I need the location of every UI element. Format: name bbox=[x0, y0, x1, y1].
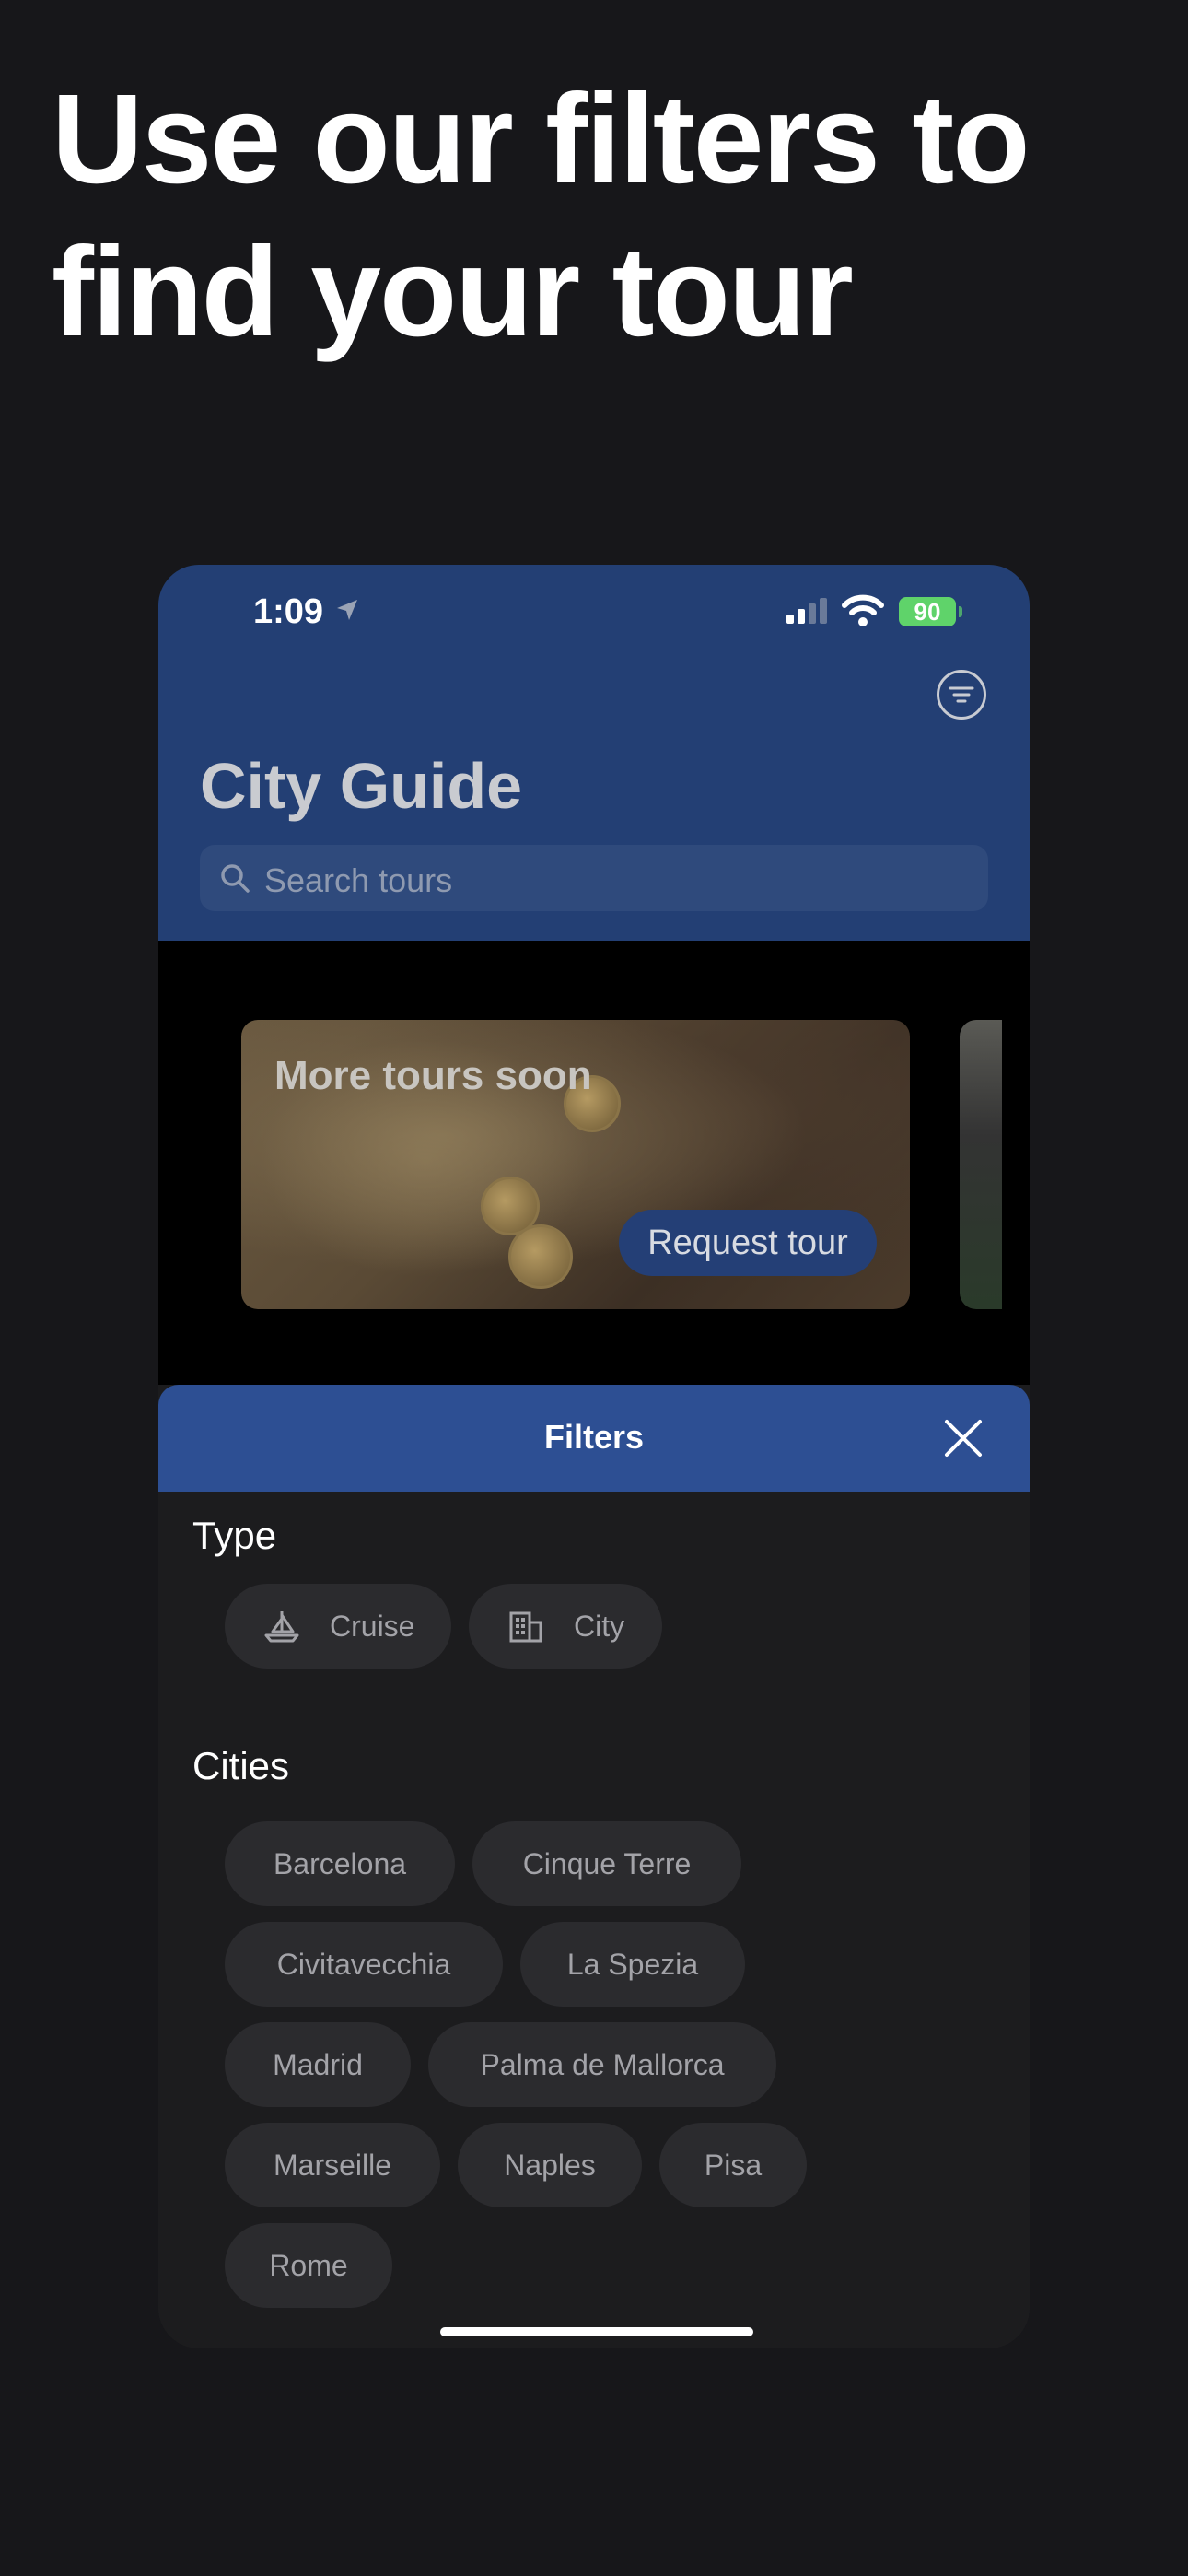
filters-sheet: Filters Type Cruise City Cities Barcelon… bbox=[158, 1385, 1030, 2348]
next-tour-card[interactable] bbox=[960, 1020, 1002, 1309]
search-input[interactable]: Search tours bbox=[200, 845, 988, 911]
city-chip[interactable]: Palma de Mallorca bbox=[428, 2022, 776, 2107]
filters-header: Filters bbox=[158, 1385, 1030, 1492]
card-title: More tours soon bbox=[274, 1053, 592, 1098]
city-chip[interactable]: Civitavecchia bbox=[225, 1922, 503, 2007]
close-icon[interactable] bbox=[943, 1418, 984, 1458]
signal-icon bbox=[786, 598, 827, 624]
headline-line-2: find your tour bbox=[52, 221, 854, 363]
filters-title: Filters bbox=[543, 1418, 645, 1456]
tour-card[interactable]: More tours soon Request tour bbox=[241, 1020, 910, 1309]
type-section-label: Type bbox=[192, 1514, 277, 1557]
wifi-icon bbox=[842, 594, 884, 626]
battery-indicator: 90 bbox=[899, 597, 956, 626]
city-chip[interactable]: Marseille bbox=[225, 2123, 440, 2207]
nav-header: 1:09 90 City Guide Search tours bbox=[158, 565, 1030, 941]
phone-screen: 1:09 90 City Guide Search tours More tou… bbox=[158, 565, 1030, 2348]
city-chip[interactable]: Pisa bbox=[659, 2123, 807, 2207]
coin-image bbox=[508, 1224, 573, 1289]
search-icon bbox=[221, 864, 250, 893]
battery-level: 90 bbox=[914, 598, 941, 626]
type-chip-cruise[interactable]: Cruise bbox=[225, 1584, 451, 1669]
status-time: 1:09 bbox=[253, 592, 324, 631]
battery-nub bbox=[959, 606, 962, 617]
headline-line-1: Use our filters to bbox=[52, 68, 1031, 210]
city-chip[interactable]: La Spezia bbox=[520, 1922, 745, 2007]
city-chip[interactable]: Cinque Terre bbox=[472, 1821, 741, 1906]
type-chip-label: Cruise bbox=[330, 1610, 415, 1643]
building-icon bbox=[509, 1611, 542, 1643]
sailboat-icon bbox=[264, 1611, 299, 1643]
city-chip[interactable]: Madrid bbox=[225, 2022, 411, 2107]
request-tour-button[interactable]: Request tour bbox=[619, 1210, 877, 1276]
city-chip[interactable]: Rome bbox=[225, 2223, 392, 2308]
location-arrow-icon bbox=[337, 600, 357, 620]
headline: Use our filters to find your tour bbox=[52, 63, 1138, 369]
type-chip-label: City bbox=[574, 1610, 625, 1643]
city-chip[interactable]: Naples bbox=[458, 2123, 642, 2207]
city-chip[interactable]: Barcelona bbox=[225, 1821, 455, 1906]
home-indicator bbox=[440, 2327, 753, 2336]
cities-section-label: Cities bbox=[192, 1744, 290, 1787]
type-chip-city[interactable]: City bbox=[469, 1584, 662, 1669]
filter-icon[interactable] bbox=[937, 670, 986, 720]
search-placeholder: Search tours bbox=[264, 861, 453, 899]
page-title: City Guide bbox=[200, 750, 523, 822]
